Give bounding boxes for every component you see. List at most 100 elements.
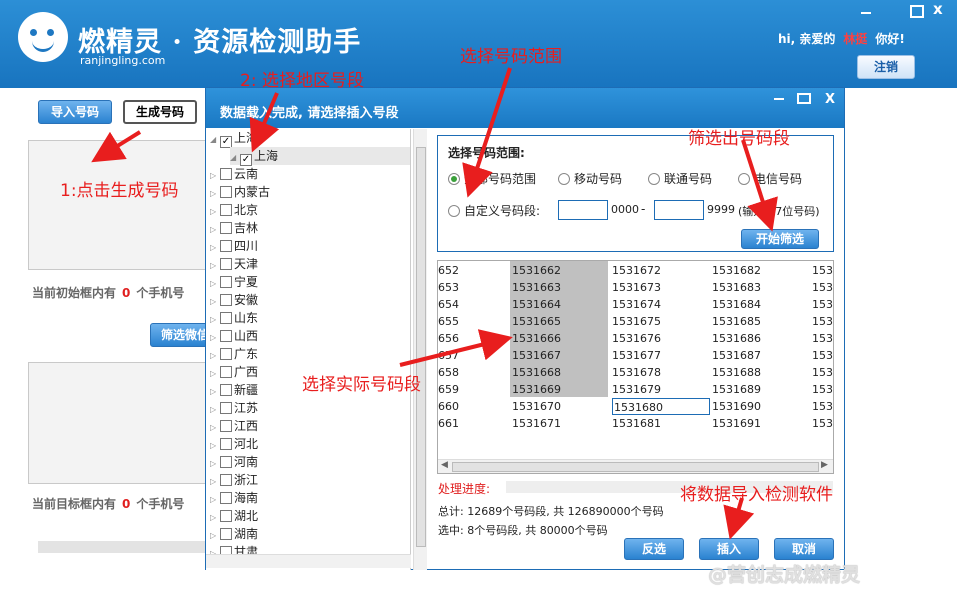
grid-cell[interactable]: 1531682 bbox=[712, 262, 761, 279]
province-checkbox[interactable] bbox=[220, 456, 232, 468]
radio-unicom[interactable]: 联通号码 bbox=[648, 170, 712, 187]
invert-selection-button[interactable]: 反选 bbox=[624, 538, 684, 560]
tree-item-province[interactable]: ▷ 北京 bbox=[210, 201, 258, 219]
tree-item-province[interactable]: ▷ 山西 bbox=[210, 327, 258, 345]
grid-cell[interactable]: 1531676 bbox=[612, 330, 661, 347]
grid-scroll-thumb[interactable] bbox=[452, 462, 819, 472]
grid-cell[interactable]: 153 bbox=[812, 381, 833, 398]
minimize-icon[interactable] bbox=[858, 2, 874, 18]
grid-cell[interactable]: 652 bbox=[438, 262, 459, 279]
grid-cell[interactable]: 659 bbox=[438, 381, 459, 398]
tree-vertical-scrollbar[interactable] bbox=[413, 129, 427, 570]
grid-cell[interactable]: 1531691 bbox=[712, 415, 761, 432]
grid-cell[interactable]: 153 bbox=[812, 262, 833, 279]
grid-cell[interactable]: 1531675 bbox=[612, 313, 661, 330]
province-checkbox[interactable] bbox=[220, 240, 232, 252]
grid-cell[interactable]: 1531679 bbox=[612, 381, 661, 398]
tree-item-province[interactable]: ▷ 河北 bbox=[210, 435, 258, 453]
radio-icon[interactable] bbox=[448, 173, 460, 185]
maximize-icon[interactable] bbox=[908, 2, 924, 18]
grid-cell[interactable]: 1531688 bbox=[712, 364, 761, 381]
grid-cell[interactable]: 153 bbox=[812, 364, 833, 381]
tree-item-province[interactable]: ▷ 内蒙古 bbox=[210, 183, 270, 201]
scroll-left-icon[interactable]: ◀ bbox=[441, 460, 448, 470]
scroll-right-icon[interactable]: ▶ bbox=[821, 460, 828, 470]
generate-numbers-button[interactable]: 生成号码 bbox=[123, 100, 197, 124]
scroll-thumb[interactable] bbox=[416, 147, 426, 547]
tree-item-province[interactable]: ▷ 浙江 bbox=[210, 471, 258, 489]
grid-cell[interactable]: 1531678 bbox=[612, 364, 661, 381]
tree-item-province[interactable]: ▷ 云南 bbox=[210, 165, 258, 183]
tree-item-province[interactable]: ▷ 四川 bbox=[210, 237, 258, 255]
tree-item-province[interactable]: ▷ 湖北 bbox=[210, 507, 258, 525]
grid-cell[interactable]: 1531666 bbox=[512, 330, 561, 347]
cancel-button[interactable]: 取消 bbox=[774, 538, 834, 560]
province-checkbox[interactable] bbox=[220, 276, 232, 288]
radio-all[interactable]: 全部号码范围 bbox=[448, 170, 536, 187]
grid-cell[interactable]: 153 bbox=[812, 347, 833, 364]
grid-cell[interactable]: 1531674 bbox=[612, 296, 661, 313]
grid-cell[interactable]: 153 bbox=[812, 330, 833, 347]
grid-cell[interactable]: 1531673 bbox=[612, 279, 661, 296]
grid-cell[interactable]: 1531665 bbox=[512, 313, 561, 330]
grid-cell[interactable]: 1531677 bbox=[612, 347, 661, 364]
grid-cell[interactable]: 1531664 bbox=[512, 296, 561, 313]
grid-cell[interactable]: 661 bbox=[438, 415, 459, 432]
grid-cell[interactable]: 653 bbox=[438, 279, 459, 296]
province-checkbox[interactable] bbox=[220, 222, 232, 234]
grid-cell[interactable]: 1531689 bbox=[712, 381, 761, 398]
grid-cell[interactable]: 153 bbox=[812, 398, 833, 415]
grid-horizontal-scrollbar[interactable]: ◀ ▶ bbox=[438, 459, 833, 473]
province-checkbox[interactable] bbox=[220, 294, 232, 306]
province-checkbox[interactable] bbox=[220, 204, 232, 216]
grid-cell[interactable]: 1531686 bbox=[712, 330, 761, 347]
province-checkbox[interactable] bbox=[220, 438, 232, 450]
tree-item-province[interactable]: ▷ 湖南 bbox=[210, 525, 258, 543]
grid-cell[interactable]: 1531672 bbox=[612, 262, 661, 279]
grid-cell[interactable]: 1531670 bbox=[512, 398, 561, 415]
grid-cell[interactable]: 1531683 bbox=[712, 279, 761, 296]
tree-item-province[interactable]: ▷ 安徽 bbox=[210, 291, 258, 309]
grid-cell[interactable]: 1531662 bbox=[512, 262, 561, 279]
logout-button[interactable]: 注销 bbox=[857, 55, 915, 79]
tree-item-province[interactable]: ▷ 广西 bbox=[210, 363, 258, 381]
grid-cell[interactable]: 1531690 bbox=[712, 398, 761, 415]
grid-cell[interactable]: 153 bbox=[812, 279, 833, 296]
grid-cell[interactable]: 655 bbox=[438, 313, 459, 330]
grid-cell[interactable]: 656 bbox=[438, 330, 459, 347]
grid-cell[interactable]: 1531663 bbox=[512, 279, 561, 296]
province-checkbox[interactable] bbox=[220, 402, 232, 414]
province-checkbox[interactable] bbox=[220, 420, 232, 432]
dialog-close-icon[interactable]: X bbox=[825, 92, 835, 107]
dialog-minimize-icon[interactable] bbox=[774, 98, 784, 100]
radio-mobile[interactable]: 移动号码 bbox=[558, 170, 622, 187]
tree-item-province[interactable]: ▷ 天津 bbox=[210, 255, 258, 273]
grid-cell[interactable]: 1531680 bbox=[612, 398, 710, 415]
target-numbers-box[interactable] bbox=[28, 362, 208, 484]
initial-numbers-box[interactable] bbox=[28, 140, 208, 270]
range-to-input[interactable] bbox=[654, 200, 704, 220]
grid-cell[interactable]: 1531681 bbox=[612, 415, 661, 432]
province-checkbox[interactable] bbox=[220, 312, 232, 324]
tree-item-province[interactable]: ▷ 江苏 bbox=[210, 399, 258, 417]
grid-cell[interactable]: 153 bbox=[812, 313, 833, 330]
province-checkbox[interactable] bbox=[220, 330, 232, 342]
tree-item-province[interactable]: ▷ 山东 bbox=[210, 309, 258, 327]
grid-cell[interactable]: 1531669 bbox=[512, 381, 561, 398]
grid-cell[interactable]: 1531671 bbox=[512, 415, 561, 432]
start-filter-button[interactable]: 开始筛选 bbox=[741, 229, 819, 249]
province-checkbox[interactable] bbox=[220, 186, 232, 198]
tree-item-province[interactable]: ▷ 宁夏 bbox=[210, 273, 258, 291]
province-checkbox[interactable] bbox=[220, 366, 232, 378]
province-checkbox[interactable] bbox=[220, 384, 232, 396]
dialog-maximize-icon[interactable] bbox=[797, 93, 811, 104]
province-checkbox[interactable] bbox=[220, 492, 232, 504]
tree-horizontal-scrollbar[interactable] bbox=[206, 554, 411, 568]
province-checkbox[interactable] bbox=[220, 168, 232, 180]
radio-icon[interactable] bbox=[738, 173, 750, 185]
tree-item-child[interactable]: ◢ ✓ 上海 bbox=[230, 147, 410, 166]
tree-item-province[interactable]: ▷ 海南 bbox=[210, 489, 258, 507]
radio-telecom[interactable]: 电信号码 bbox=[738, 170, 802, 187]
grid-cell[interactable]: 660 bbox=[438, 398, 459, 415]
grid-cell[interactable]: 153 bbox=[812, 415, 833, 432]
